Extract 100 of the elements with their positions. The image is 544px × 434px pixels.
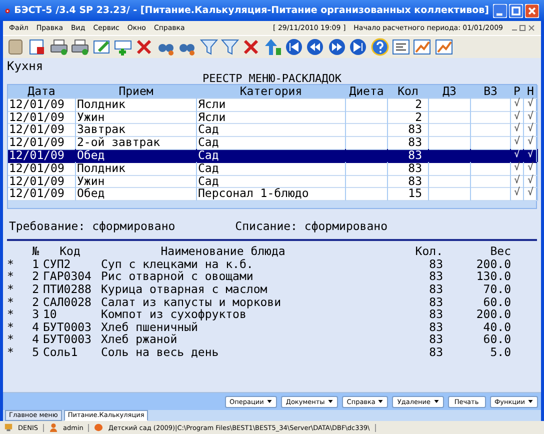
column-header[interactable]: Диета xyxy=(346,85,388,99)
table-cell: Полдник xyxy=(76,162,197,176)
table-cell: √ xyxy=(524,98,538,112)
table-cell: Ужин xyxy=(76,174,197,188)
table-cell: 83 xyxy=(388,148,429,163)
status-text: Списание: сформировано xyxy=(235,219,388,234)
dish-code: ПТИ0288 xyxy=(43,282,92,296)
row-marker: * xyxy=(7,320,15,334)
dish-number: 4 xyxy=(31,320,39,334)
table-row[interactable]: 12/01/09 Полдник Сад 83 √ √ xyxy=(8,162,536,175)
column-header: № xyxy=(31,245,39,258)
table-cell: 83 xyxy=(388,162,429,176)
dish-name: Соль на весь день xyxy=(101,346,220,359)
table-cell: √ xyxy=(524,110,538,124)
table-cell: √ xyxy=(524,123,538,138)
dish-code: БУТ0003 xyxy=(43,333,92,346)
dish-weight: 70.0 xyxy=(482,282,511,296)
table-cell: 2 xyxy=(388,98,429,112)
column-header: Вес xyxy=(489,245,511,258)
dish-number: 5 xyxy=(31,346,39,359)
dish-number: 4 xyxy=(31,333,39,346)
column-header[interactable]: Кол xyxy=(388,85,429,99)
table-cell: √ xyxy=(511,162,524,176)
row-marker: * xyxy=(7,296,15,308)
column-header: Наименование блюда xyxy=(160,245,286,258)
dish-code: САЛ0028 xyxy=(43,296,92,308)
table-cell: √ xyxy=(524,174,538,188)
table-cell: 83 xyxy=(388,123,429,138)
dish-weight: 5.0 xyxy=(489,346,511,359)
dish-number: 1 xyxy=(31,258,39,270)
dish-name: Суп с клецками на к.б. xyxy=(101,258,254,270)
column-header[interactable]: Дата xyxy=(8,85,76,99)
row-marker: * xyxy=(7,346,15,359)
dish-code: 10 xyxy=(43,308,58,321)
table-cell: Сад xyxy=(197,123,346,138)
dish-quantity: 83 xyxy=(428,320,443,334)
dish-name: Компот из сухофруктов xyxy=(101,308,246,321)
table-cell: 12/01/09 xyxy=(8,110,76,124)
row-marker: * xyxy=(7,333,15,346)
table-cell: 12/01/09 xyxy=(8,174,76,188)
dish-weight: 60.0 xyxy=(482,333,511,346)
table-cell: Ясли xyxy=(197,98,346,112)
dish-quantity: 83 xyxy=(428,270,443,283)
dish-number: 2 xyxy=(31,296,39,308)
column-header[interactable]: Р xyxy=(511,85,524,99)
dish-weight: 130.0 xyxy=(475,270,511,283)
dish-number: 3 xyxy=(31,308,39,321)
table-row[interactable]: 12/01/09 Завтрак Сад 83 √ √ xyxy=(8,123,536,136)
table-row[interactable]: 12/01/09 Полдник Ясли 2 √ √ xyxy=(8,98,536,111)
column-header: Кол. xyxy=(414,245,443,258)
dish-code: БУТ0003 xyxy=(43,320,92,334)
table-row[interactable]: 12/01/09 Ужин Ясли 2 √ √ xyxy=(8,110,536,124)
dish-weight: 200.0 xyxy=(475,308,511,321)
dish-quantity: 83 xyxy=(428,308,443,321)
table-cell: Полдник xyxy=(76,98,197,112)
row-marker: * xyxy=(7,270,15,283)
column-header[interactable]: Прием xyxy=(76,85,197,99)
dish-number: 2 xyxy=(31,282,39,296)
dish-weight: 60.0 xyxy=(482,296,511,308)
table-cell: 12/01/09 xyxy=(8,148,76,163)
dish-weight: 200.0 xyxy=(475,258,511,270)
table-cell: 2 xyxy=(388,110,429,124)
column-header[interactable]: Категория xyxy=(197,85,346,99)
table-cell: 12/01/09 xyxy=(8,162,76,176)
column-header[interactable]: ВЗ xyxy=(471,85,511,99)
table-row[interactable]: 12/01/09 Обед Сад 83 √ √ xyxy=(8,148,536,162)
table-cell: √ xyxy=(511,110,524,124)
dish-code: Соль1 xyxy=(43,346,79,359)
dish-quantity: 83 xyxy=(428,282,443,296)
dish-quantity: 83 xyxy=(428,346,443,359)
column-header[interactable]: ДЗ xyxy=(429,85,471,99)
column-header[interactable]: Н xyxy=(524,85,538,99)
row-marker: * xyxy=(7,308,15,321)
dish-quantity: 83 xyxy=(428,333,443,346)
table-cell: 12/01/09 xyxy=(8,123,76,138)
table-cell: Сад xyxy=(197,162,346,176)
table-cell: Завтрак xyxy=(76,123,197,138)
dish-name: Салат из капусты и моркови xyxy=(101,296,282,308)
row-marker: * xyxy=(7,282,15,296)
row-marker: * xyxy=(7,258,15,270)
table-cell: √ xyxy=(511,98,524,112)
dish-number: 2 xyxy=(31,270,39,283)
dish-name: Курица отварная с маслом xyxy=(101,282,268,296)
table-cell: √ xyxy=(511,174,524,188)
table-cell: √ xyxy=(511,148,524,163)
table-row[interactable]: 12/01/09 Ужин Сад 83 √ √ xyxy=(8,174,536,188)
table-cell: √ xyxy=(524,162,538,176)
dish-weight: 40.0 xyxy=(482,320,511,334)
column-header: Код xyxy=(58,245,82,258)
dish-quantity: 83 xyxy=(428,258,443,270)
dish-name: Рис отварной с овощами xyxy=(101,270,254,283)
registry-title: РЕЕСТР МЕНЮ-РАСКЛАДОК xyxy=(202,73,342,84)
dish-code: ГАР0304 xyxy=(43,270,92,283)
table-cell: Ясли xyxy=(197,110,346,124)
status-text: Требование: сформировано xyxy=(9,219,176,234)
table-cell: Сад xyxy=(197,148,346,163)
dish-name: Хлеб пшеничный xyxy=(101,320,198,334)
table-cell: √ xyxy=(524,148,538,163)
table-cell: Сад xyxy=(197,174,346,188)
section-title: Кухня xyxy=(7,60,44,73)
